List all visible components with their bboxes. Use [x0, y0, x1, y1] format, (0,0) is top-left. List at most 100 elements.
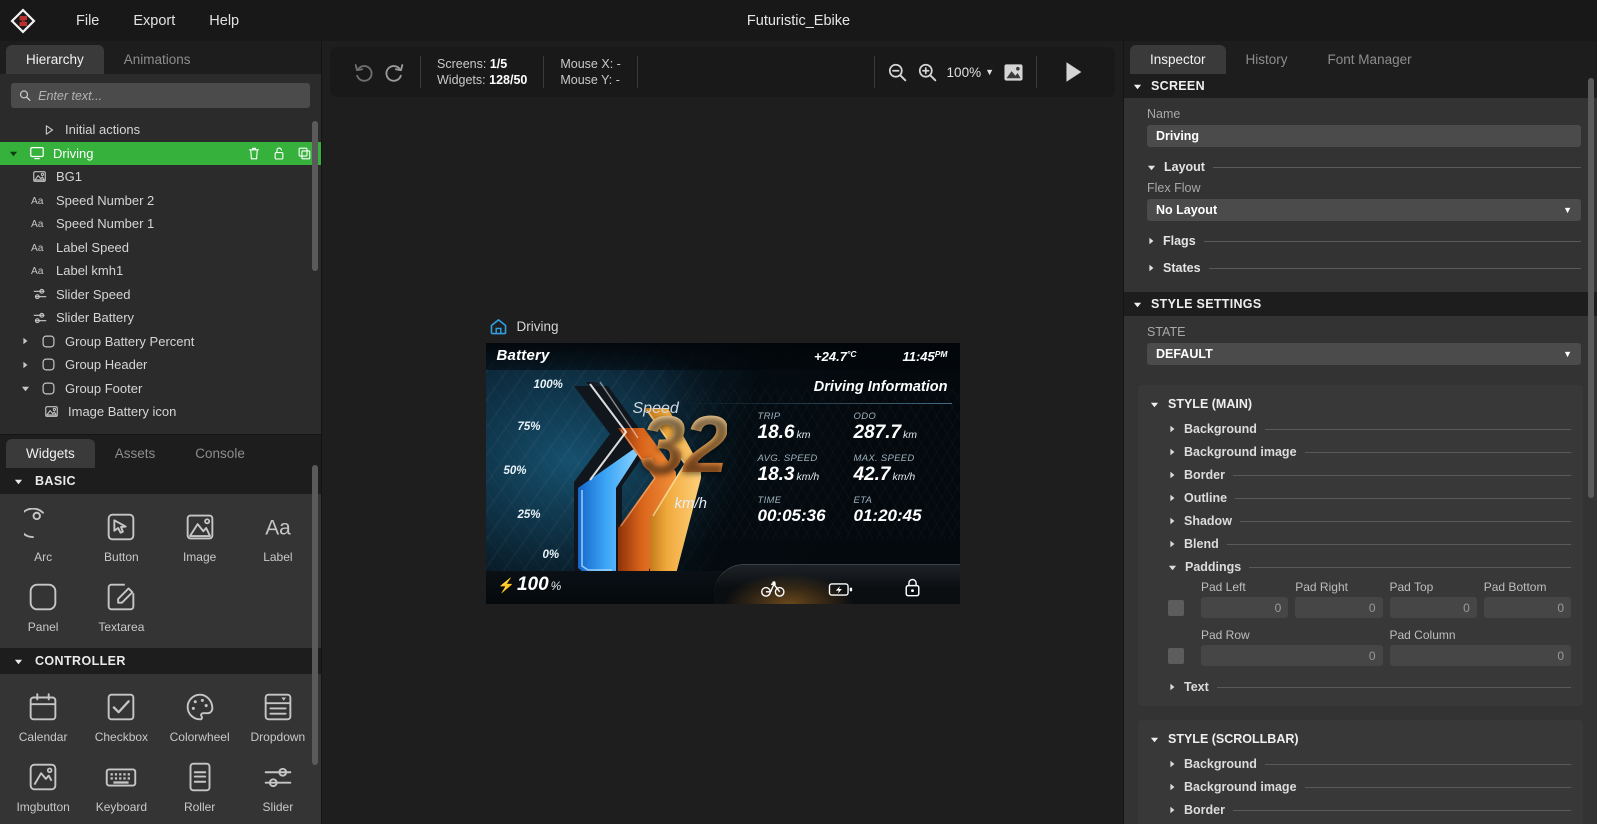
section-style-settings-header[interactable]: STYLE SETTINGS [1124, 292, 1597, 316]
state-dropdown[interactable]: DEFAULT ▼ [1147, 343, 1581, 365]
svg-text:Aa: Aa [31, 219, 44, 230]
pad-rowcol-link-checkbox[interactable] [1168, 647, 1184, 664]
tree-item-bg1[interactable]: BG1 [0, 165, 321, 189]
tree-item-initial-actions[interactable]: Initial actions [0, 118, 321, 142]
tree-item-speed-number-1[interactable]: Aa Speed Number 1 [0, 212, 321, 236]
widget-button[interactable]: Button [82, 500, 160, 570]
ebike-dashboard[interactable]: Battery +24.7°C 11:45PM Driving Informat… [485, 343, 960, 604]
hierarchy-scrollbar[interactable] [312, 121, 318, 271]
tab-console[interactable]: Console [175, 439, 265, 468]
tab-inspector[interactable]: Inspector [1130, 45, 1226, 74]
duplicate-icon[interactable] [297, 146, 311, 161]
tree-twisty-down[interactable] [6, 149, 20, 158]
zoom-out-icon[interactable] [887, 62, 908, 83]
pad-left-input[interactable]: 0 [1201, 597, 1289, 618]
widget-arc[interactable]: Arc [4, 500, 82, 570]
footer-bicycle-button[interactable] [760, 579, 785, 598]
tree-item-group-footer[interactable]: Group Footer [0, 377, 321, 401]
tree-twisty-down[interactable] [18, 384, 32, 393]
pad-row-input[interactable]: 0 [1201, 645, 1383, 666]
tree-twisty-right[interactable] [18, 361, 32, 369]
widget-textarea[interactable]: Textarea [82, 570, 160, 640]
scrollbar-prop-background-image[interactable]: Background image [1168, 780, 1571, 794]
widget-checkbox[interactable]: Checkbox [82, 680, 160, 750]
flex-flow-dropdown[interactable]: No Layout ▼ [1147, 199, 1581, 221]
widget-category-basic[interactable]: BASIC [0, 468, 321, 494]
unlock-icon[interactable] [272, 146, 286, 161]
widget-keyboard[interactable]: Keyboard [82, 750, 160, 820]
widget-dropdown[interactable]: Dropdown [239, 680, 317, 750]
squareline-logo-icon [10, 8, 36, 34]
tree-item-speed-number-2[interactable]: Aa Speed Number 2 [0, 189, 321, 213]
tab-history[interactable]: History [1226, 45, 1308, 74]
inspector-scrollbar[interactable] [1588, 78, 1594, 498]
prop-border[interactable]: Border [1168, 468, 1571, 482]
layout-subsection[interactable]: Layout [1147, 160, 1581, 174]
tree-item-group-header[interactable]: Group Header [0, 353, 321, 377]
zoom-in-icon[interactable] [917, 62, 938, 83]
undo-icon[interactable] [352, 60, 376, 84]
pad-right-input[interactable]: 0 [1295, 597, 1383, 618]
tree-item-label-kmh1[interactable]: Aa Label kmh1 [0, 259, 321, 283]
footer-charging-button[interactable] [828, 581, 854, 598]
screen-name-input[interactable]: Driving [1147, 125, 1581, 147]
scrollbar-prop-background[interactable]: Background [1168, 757, 1571, 771]
search-box[interactable] [11, 83, 310, 108]
tab-font-manager[interactable]: Font Manager [1308, 45, 1432, 74]
menu-item-help[interactable]: Help [207, 10, 241, 32]
prop-blend[interactable]: Blend [1168, 537, 1571, 551]
tab-widgets[interactable]: Widgets [6, 439, 95, 468]
tree-item-slider-battery[interactable]: Slider Battery [0, 306, 321, 330]
run-preview-button[interactable] [1037, 58, 1109, 86]
widget-imgbutton[interactable]: Imgbutton [4, 750, 82, 820]
pad-column-input[interactable]: 0 [1389, 645, 1571, 666]
widget-category-controller[interactable]: CONTROLLER [0, 648, 321, 674]
image-icon [30, 169, 49, 184]
screenshot-icon[interactable] [1003, 63, 1024, 82]
widget-label-w[interactable]: Aa Label [239, 500, 317, 570]
pad-bottom-input[interactable]: 0 [1483, 597, 1571, 618]
prop-label: Background [1184, 757, 1257, 771]
widget-colorwheel[interactable]: Colorwheel [161, 680, 239, 750]
widget-roller[interactable]: Roller [161, 750, 239, 820]
prop-shadow[interactable]: Shadow [1168, 514, 1571, 528]
tree-item-group-battery-percent[interactable]: Group Battery Percent [0, 330, 321, 354]
pad-bottom-label: Pad Bottom [1483, 580, 1547, 594]
info-cell-trip: TRIP 18.6 km [758, 411, 854, 444]
prop-paddings[interactable]: Paddings [1168, 560, 1571, 574]
states-subsection[interactable]: States [1147, 261, 1581, 275]
tree-item-slider-speed[interactable]: Slider Speed [0, 283, 321, 307]
tree-twisty-right[interactable] [18, 337, 32, 345]
widgets-scrollbar[interactable] [312, 465, 318, 765]
tree-item-driving[interactable]: Driving [0, 141, 321, 165]
scrollbar-prop-border[interactable]: Border [1168, 803, 1571, 817]
pad-top-input[interactable]: 0 [1389, 597, 1477, 618]
pad-link-checkbox[interactable] [1168, 599, 1184, 616]
style-main-title[interactable]: STYLE (MAIN) [1138, 389, 1583, 413]
tab-assets[interactable]: Assets [95, 439, 176, 468]
prop-background[interactable]: Background [1168, 422, 1571, 436]
trash-icon[interactable] [247, 146, 261, 161]
tab-animations[interactable]: Animations [104, 45, 211, 74]
widget-slider[interactable]: Slider [239, 750, 317, 820]
app-logo[interactable] [0, 6, 46, 36]
menu-item-export[interactable]: Export [131, 10, 177, 32]
search-input[interactable] [38, 88, 302, 103]
canvas-area[interactable]: Driving Battery +24.7°C 11:45PM Driving … [322, 97, 1123, 824]
footer-lock-button[interactable] [903, 577, 922, 598]
menu-item-file[interactable]: File [74, 10, 101, 32]
style-scrollbar-title[interactable]: STYLE (SCROLLBAR) [1138, 724, 1583, 748]
flags-subsection[interactable]: Flags [1147, 234, 1581, 248]
tree-item-image-battery-icon[interactable]: Image Battery icon [0, 400, 321, 424]
widget-panel[interactable]: Panel [4, 570, 82, 640]
tree-item-label-speed[interactable]: Aa Label Speed [0, 236, 321, 260]
widget-image[interactable]: Image [161, 500, 239, 570]
tab-hierarchy[interactable]: Hierarchy [6, 45, 104, 74]
prop-background-image[interactable]: Background image [1168, 445, 1571, 459]
section-screen-header[interactable]: SCREEN [1124, 74, 1597, 98]
widget-calendar[interactable]: Calendar [4, 680, 82, 750]
zoom-level-dropdown[interactable]: 100% ▼ [947, 65, 994, 80]
prop-text[interactable]: Text [1168, 680, 1571, 694]
redo-icon[interactable] [382, 60, 406, 84]
prop-outline[interactable]: Outline [1168, 491, 1571, 505]
